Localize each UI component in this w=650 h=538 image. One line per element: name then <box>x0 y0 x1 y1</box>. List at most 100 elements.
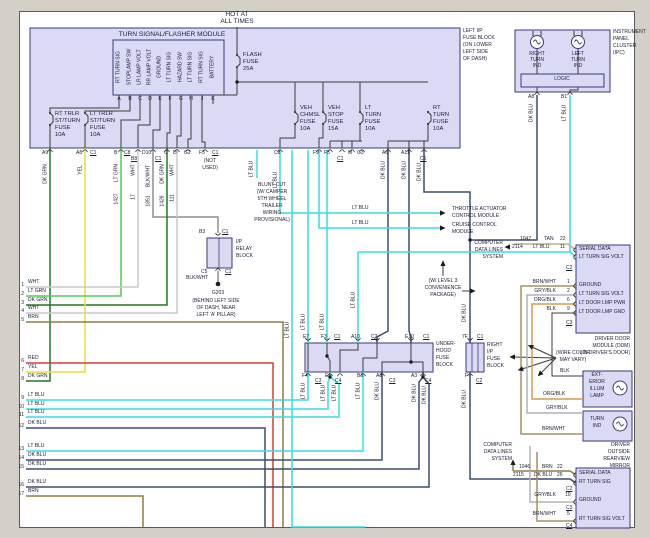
connector-label: E10 <box>405 334 414 340</box>
note: LEFT 'A' PILLAR) <box>196 312 236 318</box>
connector-label: C1 <box>225 269 232 275</box>
wire-number: 6 <box>21 358 24 364</box>
wire-color-label: LT BLU <box>320 384 327 402</box>
wire-number: 14 <box>18 455 24 461</box>
module-label: PANEL <box>613 36 630 42</box>
note: DATA LINES <box>474 247 503 253</box>
connector-label: F4 <box>302 373 308 379</box>
wire-color-label: LT BLU <box>284 321 291 339</box>
wire-color-label: BLK <box>546 306 556 312</box>
wire-number: 5 <box>21 317 24 323</box>
wire-color-label: LT BLU <box>272 171 279 189</box>
wire-number: 3 <box>21 300 24 306</box>
wire-color-label: WHT <box>169 164 176 176</box>
module-label: BLOCK <box>487 363 504 369</box>
fuse-symbol <box>293 110 297 114</box>
fuse-label: CHMSL <box>300 112 321 118</box>
wire-number: 11 <box>18 412 24 418</box>
connector-tick <box>339 149 345 153</box>
wire-color-label: BRN <box>28 314 39 320</box>
wire-color-label: DK GRN <box>28 373 48 379</box>
fuse-symbol <box>235 53 239 57</box>
module-label: MODULE <box>452 229 474 235</box>
connector-label: F3 <box>321 334 327 340</box>
fuse-label: 25A <box>243 66 254 72</box>
wire-color-label: WHT <box>28 305 40 311</box>
row-label: GROUND <box>579 282 602 288</box>
wire-color-label: GRY/BLK <box>546 405 568 411</box>
note: (WIRE COLOR <box>556 350 590 356</box>
connector-label: C1 <box>334 334 341 340</box>
row-label: LT DOOR LMP PWR <box>579 300 626 306</box>
wire-color-label: ORG/BLK <box>543 391 566 397</box>
fuse-symbol <box>83 111 87 115</box>
circuit-number: 1047 <box>520 236 532 242</box>
ip-relay-block-box <box>206 237 233 269</box>
wiring-diagram-svg <box>26 27 633 529</box>
note: (BEHIND LEFT SIDE <box>192 298 240 304</box>
wire-color-label: DK BLU <box>374 381 381 401</box>
connector-label: B1 <box>561 94 568 100</box>
connector-label: C3 <box>389 378 396 384</box>
junction-dot <box>325 354 329 358</box>
wire-color-label: DK BLU <box>380 160 387 180</box>
wire-color-label: DK GRN <box>28 297 48 303</box>
fuse-label: 10A <box>365 126 376 132</box>
connector-label: A3 <box>376 373 383 379</box>
fuse-label: LT <box>365 105 372 111</box>
circuit-number: 1046 <box>519 464 531 470</box>
pin-function-label: RT TURN SIG <box>198 51 205 83</box>
pin-function-label: LR LAMP VOLT <box>136 49 143 85</box>
wire-color-label: WHT <box>130 164 137 176</box>
wire-color-label: YEL <box>77 165 84 175</box>
wire-color-label: BRN <box>542 464 553 470</box>
fuse-label: RT TRLR <box>55 111 80 117</box>
wire-color-label: LT BLU <box>561 104 568 122</box>
wire-color-label: DK BLU <box>461 389 468 409</box>
wire-color-label: LT BLU <box>28 401 45 407</box>
arrow-icon <box>470 288 476 294</box>
connector-label: A9 <box>42 150 49 156</box>
connector-label: C2 <box>566 265 573 271</box>
wire-color-label: ORG/BLK <box>533 297 556 303</box>
lamp-label: LAMP <box>590 393 604 399</box>
wire-number: 15 <box>18 464 24 470</box>
fuse-symbol <box>358 110 362 114</box>
wire-wht <box>26 148 178 314</box>
wire-color-label: LT BLU <box>28 409 45 415</box>
circuit-number: 1851 <box>145 195 152 207</box>
wire-color-label: DK BLU <box>401 160 408 180</box>
wire-ltblu <box>26 372 309 401</box>
row-label: LT DOOR LMP GND <box>579 309 625 315</box>
connector-label: F3 <box>199 150 205 156</box>
wire-color-label: DK BLU <box>528 103 535 123</box>
wire-color-label: DK BLU <box>28 420 47 426</box>
connector-label: A3 <box>411 373 418 379</box>
wire-color-label: DK BLU <box>534 472 553 478</box>
arrow-icon <box>504 244 510 250</box>
connector-label: C <box>164 150 168 156</box>
circuit-number: 1428 <box>159 195 166 207</box>
note: FUSE BLOCK <box>463 35 495 41</box>
pin-letter: D <box>148 96 152 102</box>
note: TRAILER <box>261 203 283 209</box>
connector-label: C2 <box>476 378 483 384</box>
connector-label: D <box>173 150 177 156</box>
pin-number: 22 <box>560 236 566 242</box>
note: 5TH WHEEL <box>257 196 287 202</box>
note: COMPUTER <box>483 442 512 448</box>
pin-function-label: LT TURN SIG <box>166 51 173 83</box>
fuse-label: FUSE <box>55 125 71 131</box>
wire-dkblu <box>26 427 266 527</box>
pin-function-label: GROUND <box>156 55 163 79</box>
connector-label: B3 <box>199 229 206 235</box>
module-label: MIRROR <box>609 463 630 469</box>
wire-color-label: DK BLU <box>28 479 47 485</box>
wire-color-label: DK BLU <box>416 162 423 182</box>
connector-label: 7F <box>462 334 468 340</box>
fuse-label: FUSE <box>300 119 316 125</box>
wire-color-label: GRY/BLK <box>534 492 556 498</box>
circuit-number: 2114 <box>512 244 523 250</box>
row-label: RT TURN SIG VOLT <box>579 516 625 522</box>
lamp-label: IND <box>592 423 602 429</box>
